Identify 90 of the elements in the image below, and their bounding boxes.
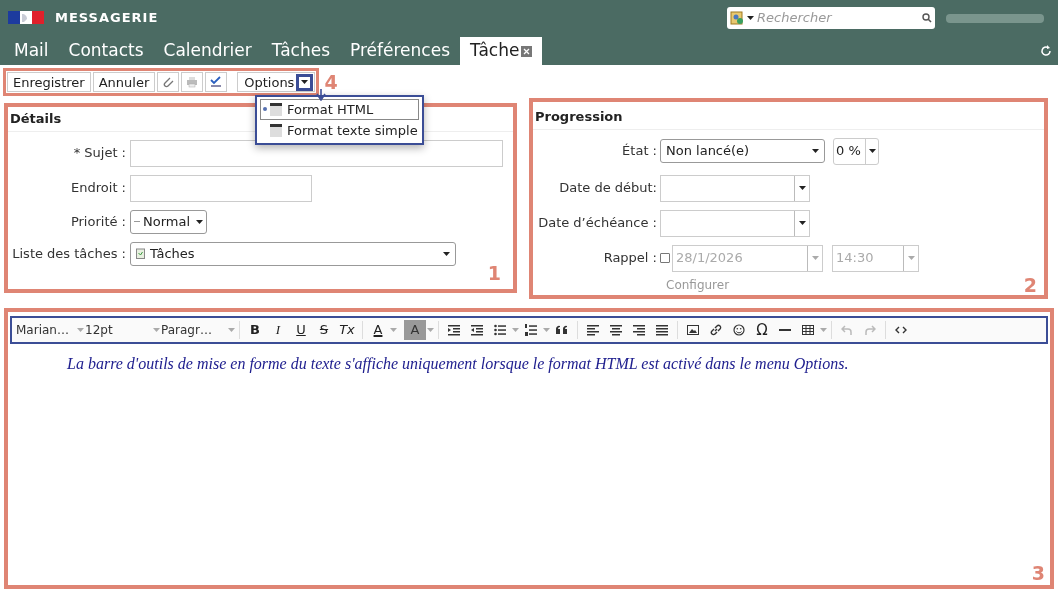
caret-icon — [812, 149, 819, 153]
task-list-dropdown[interactable]: Tâches — [130, 241, 456, 266]
blockquote-icon — [556, 324, 568, 336]
tab[interactable]: Calendrier — [153, 37, 262, 65]
menu-item[interactable]: Format HTML — [260, 99, 419, 120]
caret-icon — [443, 251, 450, 256]
percent-dropdown[interactable]: 0 % — [833, 137, 879, 165]
caret-icon — [427, 328, 434, 332]
editor-note: La barre d'outils de mise en forme du texte s'affiche uniquement lorsque le format HTML est activé dans le menu Options. — [67, 354, 850, 375]
annotation-number: 2 — [1023, 272, 1037, 298]
caret-icon — [811, 256, 819, 260]
priority-dropdown[interactable]: Normal — [130, 209, 207, 234]
caret-icon — [77, 328, 84, 332]
tab[interactable]: Préférences — [340, 37, 460, 65]
bullet-list-icon — [494, 324, 506, 336]
format-button[interactable]: S — [313, 320, 335, 340]
image-icon — [687, 324, 699, 336]
field-label: Endroit : — [70, 179, 126, 198]
annotation-number: 3 — [1031, 560, 1045, 586]
tab[interactable]: Tâche — [460, 37, 543, 65]
clipboard-icon — [136, 248, 145, 259]
emoji-icon — [733, 324, 745, 336]
tab[interactable]: Tâches — [261, 37, 340, 65]
source-code-icon — [895, 324, 907, 336]
numbered-list-icon — [525, 324, 537, 336]
justify-icon — [656, 324, 668, 336]
tab[interactable]: Contacts — [58, 37, 154, 65]
field-label: État : — [621, 142, 657, 161]
caret-icon — [747, 15, 754, 20]
state-dropdown[interactable]: Non lancé(e) — [660, 139, 825, 163]
caret-icon — [301, 80, 309, 85]
editor-dropdown[interactable]: Marian… — [16, 321, 84, 339]
flag-icon — [8, 11, 44, 24]
caret-icon — [228, 328, 235, 332]
attach-button[interactable] — [157, 72, 180, 93]
section-title: Progression — [533, 102, 1044, 130]
field-label: * Sujet : — [72, 144, 126, 163]
format-button[interactable]: A — [367, 320, 389, 340]
align-center-icon — [610, 324, 622, 336]
date-field[interactable] — [660, 174, 810, 202]
close-icon — [521, 45, 533, 57]
field-label: Liste des tâches : — [11, 244, 126, 263]
field-label: Date de début: — [558, 179, 657, 198]
annotation-number: 1 — [487, 260, 501, 286]
tab[interactable]: Mail — [4, 37, 59, 65]
toolbar-button[interactable]: Enregistrer — [7, 72, 91, 93]
editor-dropdown[interactable]: Paragr… — [161, 321, 235, 339]
caret-icon — [390, 328, 397, 332]
link-icon — [710, 324, 722, 336]
input-field[interactable] — [130, 174, 312, 202]
field-label: Date d’échéance : — [537, 214, 657, 233]
field-label: Rappel : — [602, 249, 657, 268]
toolbar-button[interactable]: Annuler — [92, 72, 156, 93]
field-label: Priorité : — [69, 212, 126, 231]
align-left-icon — [587, 324, 599, 336]
undo-icon — [841, 324, 853, 336]
caret-icon — [798, 221, 806, 225]
annotation-number: 4 — [324, 70, 338, 95]
search-icon — [922, 12, 932, 23]
code-document-icon — [263, 103, 283, 116]
checkbox[interactable] — [660, 253, 670, 263]
date-field[interactable] — [660, 209, 810, 237]
caret-icon — [543, 328, 550, 332]
options-button[interactable]: Options — [237, 72, 316, 93]
caret-icon — [798, 186, 806, 190]
refresh-icon — [1040, 45, 1052, 57]
format-button[interactable]: Ω — [751, 320, 773, 340]
format-button[interactable]: B — [244, 320, 266, 340]
caret-icon — [153, 328, 160, 332]
format-button[interactable]: I — [267, 320, 289, 340]
app-title: MESSAGERIE — [55, 8, 159, 27]
address-book-icon — [730, 10, 744, 25]
caret-icon — [512, 328, 519, 332]
attach-icon — [162, 76, 175, 89]
caret-icon — [196, 219, 203, 224]
format-button[interactable]: U — [290, 320, 312, 340]
caret-icon — [907, 256, 915, 260]
spellcheck-button[interactable] — [205, 72, 228, 93]
editor-dropdown[interactable]: 12pt — [85, 321, 160, 339]
search-placeholder: Rechercher — [757, 8, 833, 27]
format-button[interactable]: A — [404, 320, 426, 340]
print-icon — [186, 76, 199, 89]
caret-icon — [820, 328, 827, 332]
redo-icon — [864, 324, 876, 336]
caret-icon — [868, 149, 876, 153]
spellcheck-icon — [210, 76, 223, 89]
format-button[interactable]: Tx — [336, 320, 358, 340]
table-icon — [802, 324, 814, 336]
align-right-icon — [633, 324, 645, 336]
dash-icon — [134, 220, 140, 223]
